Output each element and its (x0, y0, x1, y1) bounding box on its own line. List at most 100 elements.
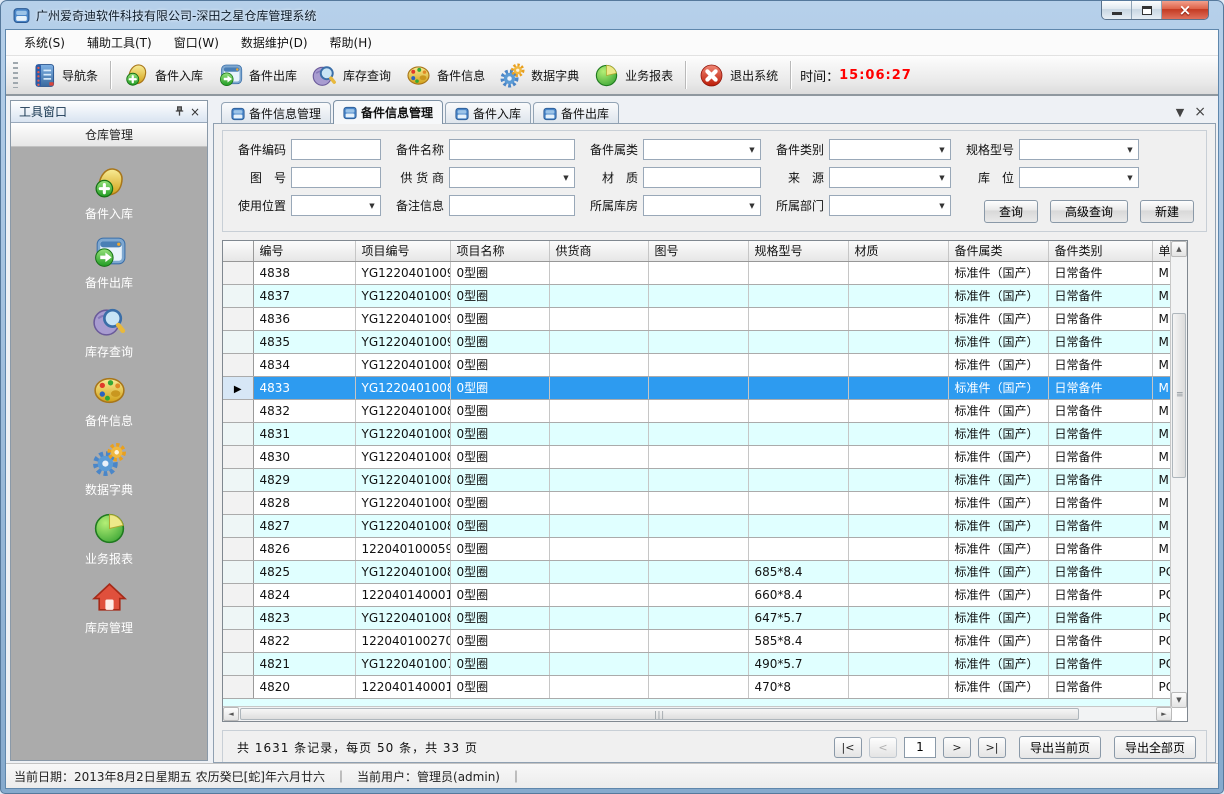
table-cell[interactable]: 0型圈 (450, 652, 549, 675)
table-cell[interactable] (648, 330, 748, 353)
table-cell[interactable]: 标准件（国产） (948, 445, 1048, 468)
sidebar-item-warehouse-management[interactable]: 库房管理 (11, 573, 207, 642)
col-header-spec[interactable]: 规格型号 (748, 241, 848, 261)
table-cell[interactable] (648, 399, 748, 422)
table-cell[interactable]: 日常备件 (1048, 261, 1152, 284)
table-cell[interactable]: 0型圈 (450, 629, 549, 652)
tab-parts-outbound[interactable]: 备件出库 (533, 102, 619, 124)
table-cell[interactable] (848, 675, 948, 698)
table-cell[interactable]: M (1152, 284, 1172, 307)
table-cell[interactable] (848, 445, 948, 468)
next-page-button[interactable]: > (943, 737, 971, 758)
scroll-left-icon[interactable]: ◄ (223, 707, 239, 721)
part-code-input[interactable] (291, 139, 381, 160)
row-header-cell[interactable] (223, 330, 253, 353)
prev-page-button[interactable]: < (869, 737, 897, 758)
table-cell[interactable] (648, 675, 748, 698)
table-row[interactable]: 4828YG122040100830型圈标准件（国产）日常备件M (223, 491, 1172, 514)
table-cell[interactable]: M (1152, 422, 1172, 445)
maximize-button[interactable] (1132, 1, 1162, 19)
table-cell[interactable] (848, 399, 948, 422)
table-cell[interactable]: 0型圈 (450, 583, 549, 606)
table-cell[interactable] (648, 422, 748, 445)
first-page-button[interactable]: |< (834, 737, 862, 758)
table-cell[interactable]: 490*5.7 (748, 652, 848, 675)
table-cell[interactable]: 4835 (253, 330, 355, 353)
table-cell[interactable]: 4831 (253, 422, 355, 445)
menu-data-maintenance[interactable]: 数据维护(D) (231, 30, 318, 55)
row-header-cell[interactable] (223, 675, 253, 698)
table-cell[interactable]: 4822 (253, 629, 355, 652)
toolbar-grip[interactable] (13, 62, 18, 88)
table-cell[interactable]: 0型圈 (450, 330, 549, 353)
use-position-select[interactable]: ▼ (291, 195, 381, 216)
table-cell[interactable]: 4836 (253, 307, 355, 330)
sidebar-item-parts-inbound[interactable]: 备件入库 (11, 159, 207, 228)
query-button[interactable]: 查询 (984, 200, 1038, 223)
table-cell[interactable]: 标准件（国产） (948, 422, 1048, 445)
supplier-select[interactable]: ▼ (449, 167, 575, 188)
table-cell[interactable] (549, 330, 648, 353)
table-cell[interactable]: 4829 (253, 468, 355, 491)
table-cell[interactable]: 标准件（国产） (948, 261, 1048, 284)
table-cell[interactable] (848, 514, 948, 537)
table-cell[interactable] (748, 399, 848, 422)
table-row[interactable]: 4821YG122040100790型圈490*5.7标准件（国产）日常备件PC (223, 652, 1172, 675)
table-cell[interactable] (648, 514, 748, 537)
table-cell[interactable] (549, 307, 648, 330)
table-cell[interactable] (549, 376, 648, 399)
table-cell[interactable]: 4820 (253, 675, 355, 698)
part-category-select[interactable]: ▼ (829, 139, 951, 160)
table-cell[interactable]: YG12204010081 (355, 560, 450, 583)
row-header-cell[interactable] (223, 445, 253, 468)
table-cell[interactable] (848, 376, 948, 399)
table-cell[interactable]: M (1152, 399, 1172, 422)
table-cell[interactable]: M (1152, 537, 1172, 560)
table-cell[interactable] (748, 537, 848, 560)
department-select[interactable]: ▼ (829, 195, 951, 216)
table-cell[interactable] (648, 491, 748, 514)
table-cell[interactable] (549, 422, 648, 445)
table-cell[interactable]: 日常备件 (1048, 537, 1152, 560)
table-cell[interactable]: 4834 (253, 353, 355, 376)
scroll-down-icon[interactable]: ▼ (1171, 692, 1187, 708)
table-cell[interactable]: 标准件（国产） (948, 652, 1048, 675)
tab-parts-info-mgmt-1[interactable]: 备件信息管理 (221, 102, 331, 124)
menu-aux-tools[interactable]: 辅助工具(T) (77, 30, 162, 55)
col-header-project-name[interactable]: 项目名称 (450, 241, 549, 261)
table-cell[interactable]: 标准件（国产） (948, 491, 1048, 514)
table-cell[interactable]: M (1152, 445, 1172, 468)
table-cell[interactable] (648, 284, 748, 307)
table-cell[interactable]: 0型圈 (450, 353, 549, 376)
table-cell[interactable] (549, 629, 648, 652)
table-cell[interactable] (748, 468, 848, 491)
table-cell[interactable]: 0型圈 (450, 606, 549, 629)
table-cell[interactable]: 4838 (253, 261, 355, 284)
table-cell[interactable] (648, 376, 748, 399)
row-header-cell[interactable] (223, 284, 253, 307)
table-cell[interactable] (848, 422, 948, 445)
table-cell[interactable]: YG12204010087 (355, 399, 450, 422)
table-cell[interactable]: M (1152, 491, 1172, 514)
table-cell[interactable] (648, 583, 748, 606)
tab-list-dropdown-icon[interactable]: ▼ (1176, 106, 1184, 119)
toolbar-data-dictionary-button[interactable]: 数据字典 (492, 59, 586, 92)
table-cell[interactable] (549, 514, 648, 537)
export-all-pages-button[interactable]: 导出全部页 (1114, 736, 1196, 759)
table-cell[interactable] (648, 445, 748, 468)
remark-input[interactable] (449, 195, 575, 216)
table-cell[interactable]: 日常备件 (1048, 629, 1152, 652)
table-cell[interactable] (848, 629, 948, 652)
table-cell[interactable]: 4833 (253, 376, 355, 399)
row-header-cell[interactable] (223, 583, 253, 606)
table-cell[interactable]: 0型圈 (450, 399, 549, 422)
table-cell[interactable]: YG12204010090 (355, 330, 450, 353)
table-cell[interactable] (848, 583, 948, 606)
row-header-cell[interactable] (223, 353, 253, 376)
table-row[interactable]: 4836YG122040100910型圈标准件（国产）日常备件M (223, 307, 1172, 330)
col-header-id[interactable]: 编号 (253, 241, 355, 261)
table-cell[interactable]: 1220401400013 (355, 675, 450, 698)
table-cell[interactable] (748, 261, 848, 284)
table-cell[interactable] (648, 560, 748, 583)
table-cell[interactable]: 0型圈 (450, 675, 549, 698)
